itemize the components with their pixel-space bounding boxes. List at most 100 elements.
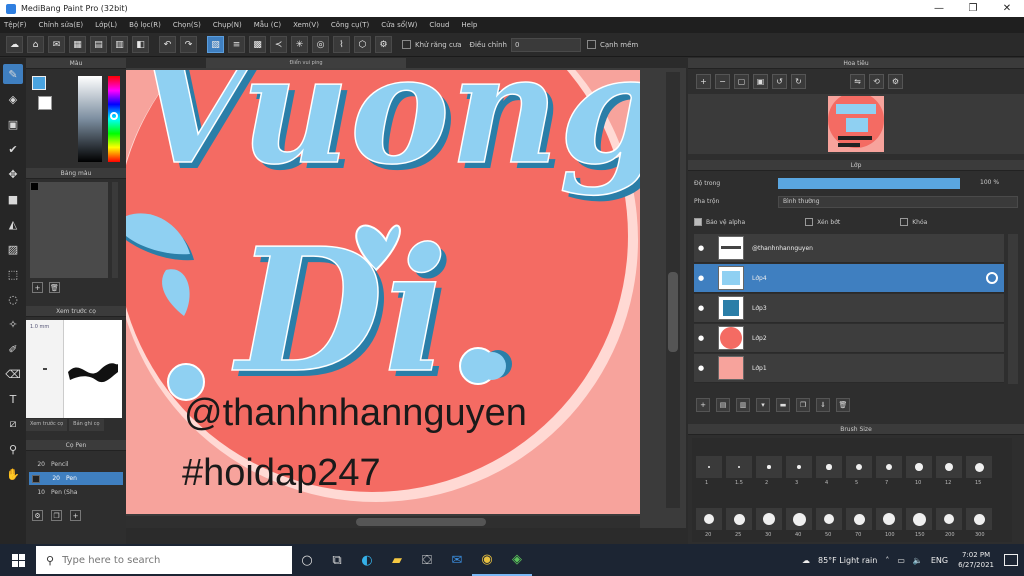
menu-file[interactable]: Tệp(F) (4, 21, 27, 29)
brush-size-option[interactable] (816, 508, 842, 530)
layer-scrollbar[interactable] (1008, 234, 1018, 384)
brush-size-option[interactable] (936, 508, 962, 530)
notification-icon[interactable] (1004, 554, 1018, 566)
canvas-horizontal-scrollbar[interactable] (126, 516, 640, 528)
magic-wand-tool-icon[interactable]: ✧ (3, 314, 23, 334)
layer-item-4[interactable]: ● Lớp4 (694, 264, 1004, 293)
file-explorer-icon[interactable]: ▰ (382, 544, 412, 576)
edge-icon[interactable]: ◐ (352, 544, 382, 576)
layer-item-2[interactable]: ● Lớp2 (694, 324, 1004, 353)
duplicate-layer-icon[interactable]: ❐ (796, 398, 810, 412)
navigator-thumbnail[interactable] (828, 96, 884, 152)
snap-cross-icon[interactable]: ▩ (249, 36, 266, 53)
actual-size-icon[interactable]: ▣ (753, 74, 768, 89)
brush-size-option[interactable] (726, 456, 752, 478)
snap-settings-icon[interactable]: ⚙ (375, 36, 392, 53)
snap-vanish-icon[interactable]: ≺ (270, 36, 287, 53)
drawing-canvas[interactable]: Vuong Vuong Di Di @thanhnhannguyen #hoid… (126, 70, 640, 514)
redo-icon[interactable]: ↷ (180, 36, 197, 53)
brush-size-option[interactable] (966, 508, 992, 530)
navigator-area[interactable] (688, 94, 1024, 154)
layer-type-menu-icon[interactable]: ▾ (756, 398, 770, 412)
eye-icon[interactable]: ● (694, 274, 708, 282)
search-input[interactable] (62, 554, 283, 566)
foreground-color-swatch[interactable] (32, 76, 46, 90)
task-view-icon[interactable]: ⧉ (322, 544, 352, 576)
new-8bit-layer-icon[interactable]: ▥ (736, 398, 750, 412)
tab-brush-preview[interactable]: Xem trước cọ (26, 419, 68, 431)
fill-rect-tool-icon[interactable]: ■ (3, 189, 23, 209)
snap-off-icon[interactable]: ▧ (207, 36, 224, 53)
layer-settings-icon[interactable] (986, 272, 998, 284)
text-tool-icon[interactable]: T (3, 389, 23, 409)
lasso-tool-icon[interactable]: ◌ (3, 289, 23, 309)
delete-layer-icon[interactable]: 🗑 (836, 398, 850, 412)
menu-filter[interactable]: Bộ lọc(R) (129, 21, 161, 29)
mail-icon[interactable]: ✉ (442, 544, 472, 576)
snap-shape-icon[interactable]: ⬡ (354, 36, 371, 53)
clock[interactable]: 7:02 PM 6/27/2021 (958, 550, 994, 570)
hue-handle[interactable] (110, 112, 118, 120)
brush-gear-icon[interactable]: ⚙ (32, 510, 43, 521)
palette-area[interactable] (30, 182, 108, 278)
eye-icon[interactable]: ● (694, 334, 708, 342)
layer-item-3[interactable]: ● Lớp3 (694, 294, 1004, 323)
brush-size-option[interactable] (696, 456, 722, 478)
brush-size-option[interactable] (846, 456, 872, 478)
document-tab[interactable]: Điển vui ping (206, 58, 406, 68)
zoom-out-icon[interactable]: − (715, 74, 730, 89)
undo-icon[interactable]: ↶ (159, 36, 176, 53)
eye-icon[interactable]: ● (694, 304, 708, 312)
snap-parallel-icon[interactable]: ≡ (228, 36, 245, 53)
lock-checkbox[interactable] (900, 218, 909, 226)
brush-size-option[interactable] (876, 456, 902, 478)
brush-size-option[interactable] (756, 508, 782, 530)
maximize-button[interactable]: ❐ (956, 0, 990, 17)
weather-text[interactable]: 85°F Light rain (818, 556, 877, 565)
add-palette-icon[interactable]: + (32, 282, 43, 293)
brush-size-option[interactable] (756, 456, 782, 478)
snap-circle-icon[interactable]: ◎ (312, 36, 329, 53)
eye-icon[interactable]: ● (694, 244, 708, 252)
brush-size-option[interactable] (726, 508, 752, 530)
snap-curve-icon[interactable]: ⌇ (333, 36, 350, 53)
brush-size-option[interactable] (936, 456, 962, 478)
canvas-vertical-scrollbar[interactable] (666, 72, 680, 508)
select-pen-tool-icon[interactable]: ✐ (3, 339, 23, 359)
brush-copy-icon[interactable]: ❐ (51, 510, 62, 521)
tray-chevron-icon[interactable]: ˄ (885, 556, 889, 565)
menu-view[interactable]: Xem(V) (293, 21, 319, 29)
brush-tool-icon[interactable]: ✎ (3, 64, 23, 84)
check-tool-icon[interactable]: ✔ (3, 139, 23, 159)
blend-mode-select[interactable]: Bình thường (778, 196, 1018, 208)
language-indicator[interactable]: ENG (931, 556, 948, 565)
minimize-button[interactable]: — (922, 0, 956, 17)
rotate-left-icon[interactable]: ↺ (772, 74, 787, 89)
saturation-picker[interactable] (78, 76, 102, 162)
reset-view-icon[interactable]: ⟲ (869, 74, 884, 89)
move-tool-icon[interactable]: ✥ (3, 164, 23, 184)
menu-capture[interactable]: Chụp(N) (213, 21, 242, 29)
bucket-tool-icon[interactable]: ◭ (3, 214, 23, 234)
menu-window[interactable]: Cửa sổ(W) (381, 21, 417, 29)
brush-size-option[interactable] (696, 508, 722, 530)
palette-swatch-black[interactable] (31, 183, 38, 190)
page-icon[interactable]: ▤ (90, 36, 107, 53)
start-button[interactable] (0, 544, 36, 576)
brush-size-option[interactable] (846, 508, 872, 530)
divide-tool-icon[interactable]: ⧄ (3, 414, 23, 434)
layer-item-1[interactable]: ● Lớp1 (694, 354, 1004, 383)
volume-icon[interactable]: 🔈 (913, 556, 923, 565)
brush-item-pen-shading[interactable]: 10 Pen (Sha (29, 486, 123, 499)
menu-select[interactable]: Chọn(S) (173, 21, 201, 29)
menu-cloud[interactable]: Cloud (429, 21, 449, 29)
palette-scrollbar[interactable] (112, 182, 118, 278)
new-folder-icon[interactable]: ▬ (776, 398, 790, 412)
opacity-slider[interactable] (778, 178, 960, 189)
close-button[interactable]: ✕ (990, 0, 1024, 17)
snap-radial-icon[interactable]: ✳ (291, 36, 308, 53)
layer-item-text[interactable]: ● @thanhnhannguyen (694, 234, 1004, 263)
eye-icon[interactable]: ● (694, 364, 708, 372)
soft-edge-checkbox[interactable] (587, 40, 596, 49)
brush-add-icon[interactable]: + (70, 510, 81, 521)
